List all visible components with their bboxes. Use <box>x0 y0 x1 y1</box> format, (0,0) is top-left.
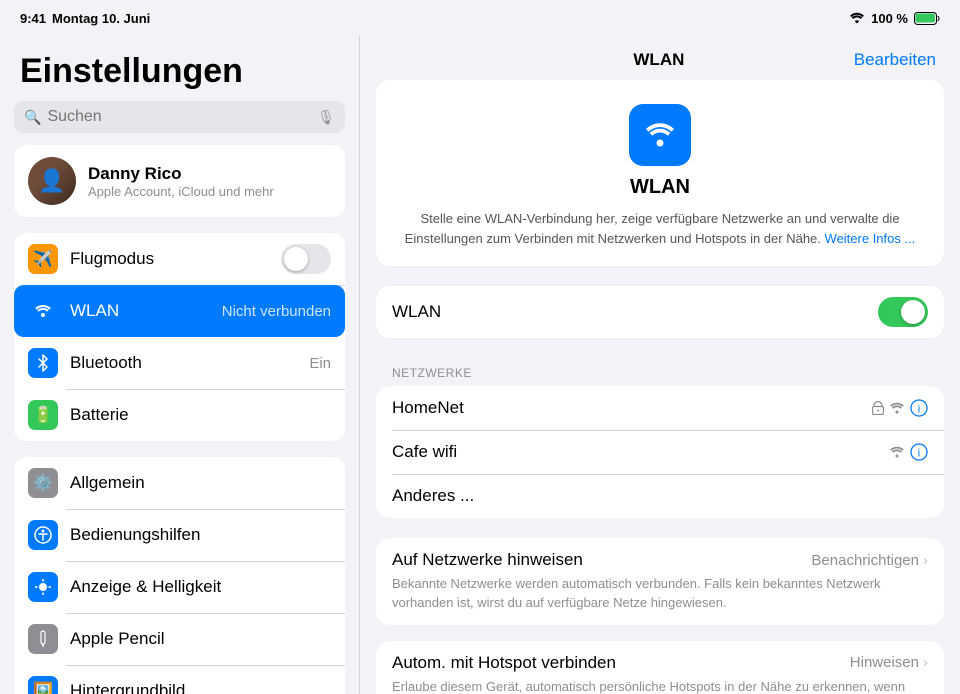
anzeige-icon <box>28 572 58 602</box>
mic-icon[interactable]: 🎙 <box>317 109 335 126</box>
notify-card: Auf Netzwerke hinweisen Benachrichtigen … <box>376 538 944 625</box>
wlan-hero-icon <box>629 104 691 166</box>
wifi-status-icon <box>849 12 865 24</box>
content-title: WLAN <box>464 50 854 70</box>
status-bar-left: 9:41 Montag 10. Juni <box>20 11 150 26</box>
sidebar: Einstellungen 🔍 🎙 👤 Danny Rico Apple Acc… <box>0 36 360 694</box>
notify-title: Auf Netzwerke hinweisen <box>392 550 583 570</box>
hotspot-desc: Erlaube diesem Gerät, automatisch persön… <box>392 678 928 694</box>
search-bar[interactable]: 🔍 🎙 <box>14 101 345 133</box>
hotspot-action[interactable]: Hinweisen › <box>850 654 928 671</box>
wlan-icon <box>28 296 58 326</box>
sidebar-item-wlan[interactable]: WLAN Nicht verbunden <box>14 285 345 337</box>
wlan-more-info-link[interactable]: Weitere Infos ... <box>825 231 916 246</box>
bedienungshilfen-label: Bedienungshilfen <box>70 525 331 545</box>
info-icon-cafewifi[interactable]: i <box>910 443 928 461</box>
lock-icon <box>872 401 884 415</box>
networks-section-label: NETZWERKE <box>376 358 944 386</box>
hintergrund-label: Hintergrundbild <box>70 681 331 694</box>
sidebar-title: Einstellungen <box>0 36 359 101</box>
hotspot-title: Autom. mit Hotspot verbinden <box>392 653 616 673</box>
sidebar-item-bedienungshilfen[interactable]: Bedienungshilfen <box>14 509 345 561</box>
sidebar-item-pencil[interactable]: Apple Pencil <box>14 613 345 665</box>
wlan-toggle-card: WLAN <box>376 286 944 338</box>
notify-header: Auf Netzwerke hinweisen Benachrichtigen … <box>392 550 928 570</box>
hotspot-header: Autom. mit Hotspot verbinden Hinweisen › <box>392 653 928 673</box>
hintergrund-icon: 🖼️ <box>28 676 58 694</box>
search-input[interactable] <box>47 108 311 126</box>
content-header: WLAN Bearbeiten <box>360 36 960 80</box>
network-name-anderes: Anderes ... <box>392 486 928 506</box>
sidebar-item-bluetooth[interactable]: Bluetooth Ein <box>14 337 345 389</box>
sidebar-item-flugmodus[interactable]: ✈️ Flugmodus <box>14 233 345 285</box>
network-name-homenet: HomeNet <box>392 398 872 418</box>
batterie-label: Batterie <box>70 405 331 425</box>
pencil-label: Apple Pencil <box>70 629 331 649</box>
status-date: Montag 10. Juni <box>52 11 150 26</box>
info-icon-homenet[interactable]: i <box>910 399 928 417</box>
profile-row[interactable]: 👤 Danny Rico Apple Account, iCloud und m… <box>14 145 345 217</box>
wlan-toggle-switch[interactable] <box>878 297 928 327</box>
avatar: 👤 <box>28 157 76 205</box>
sidebar-item-hintergrund[interactable]: 🖼️ Hintergrundbild <box>14 665 345 694</box>
status-bar: 9:41 Montag 10. Juni 100 % <box>0 0 960 36</box>
notify-action[interactable]: Benachrichtigen › <box>811 552 928 569</box>
hotspot-row: Autom. mit Hotspot verbinden Hinweisen ›… <box>376 641 944 694</box>
battery-text: 100 % <box>871 11 908 26</box>
wlan-hero-label: WLAN <box>630 176 690 199</box>
networks-card: HomeNet i <box>376 386 944 518</box>
network-row-homenet[interactable]: HomeNet i <box>376 386 944 430</box>
sidebar-item-allgemein[interactable]: ⚙️ Allgemein <box>14 457 345 509</box>
wlan-toggle-row[interactable]: WLAN <box>376 286 944 338</box>
battery-icon <box>914 12 940 25</box>
wlan-hero-card: WLAN Stelle eine WLAN-Verbindung her, ze… <box>376 80 944 266</box>
wlan-value: Nicht verbunden <box>222 303 331 320</box>
bluetooth-label: Bluetooth <box>70 353 297 373</box>
status-bar-right: 100 % <box>849 11 940 26</box>
edit-button[interactable]: Bearbeiten <box>854 50 936 70</box>
chevron-right-icon-2: › <box>923 654 928 671</box>
profile-subtitle: Apple Account, iCloud und mehr <box>88 184 274 199</box>
anzeige-label: Anzeige & Helligkeit <box>70 577 331 597</box>
settings-group-1: ✈️ Flugmodus WLAN Nicht verbunden <box>14 233 345 441</box>
batterie-icon: 🔋 <box>28 400 58 430</box>
content-panel: WLAN Bearbeiten WLAN Stelle eine WLAN-Ve… <box>360 36 960 694</box>
bluetooth-value: Ein <box>309 355 331 372</box>
sidebar-item-batterie[interactable]: 🔋 Batterie <box>14 389 345 441</box>
pencil-icon <box>28 624 58 654</box>
status-time: 9:41 <box>20 11 46 26</box>
flugmodus-label: Flugmodus <box>70 249 269 269</box>
network-row-cafewifi[interactable]: Cafe wifi i <box>376 430 944 474</box>
flugmodus-toggle[interactable] <box>281 244 331 274</box>
flugmodus-icon: ✈️ <box>28 244 58 274</box>
allgemein-label: Allgemein <box>70 473 331 493</box>
allgemein-icon: ⚙️ <box>28 468 58 498</box>
wifi-icon-cafewifi <box>889 446 905 458</box>
sidebar-item-anzeige[interactable]: Anzeige & Helligkeit <box>14 561 345 613</box>
network-icons-cafewifi: i <box>889 443 928 461</box>
settings-list: ✈️ Flugmodus WLAN Nicht verbunden <box>0 233 359 694</box>
network-row-anderes[interactable]: Anderes ... <box>376 474 944 518</box>
profile-name: Danny Rico <box>88 164 274 184</box>
settings-group-2: ⚙️ Allgemein Bedienungshilfen <box>14 457 345 694</box>
wlan-hero-description: Stelle eine WLAN-Verbindung her, zeige v… <box>396 209 924 248</box>
svg-text:i: i <box>918 404 920 416</box>
wifi-icon-homenet <box>889 402 905 414</box>
search-icon: 🔍 <box>24 109 41 126</box>
wlan-label: WLAN <box>70 301 210 321</box>
network-name-cafewifi: Cafe wifi <box>392 442 889 462</box>
svg-text:i: i <box>918 448 920 460</box>
bedienungshilfen-icon <box>28 520 58 550</box>
profile-info: Danny Rico Apple Account, iCloud und meh… <box>88 164 274 199</box>
chevron-right-icon: › <box>923 552 928 569</box>
network-icons-homenet: i <box>872 399 928 417</box>
hotspot-card: Autom. mit Hotspot verbinden Hinweisen ›… <box>376 641 944 694</box>
notify-row: Auf Netzwerke hinweisen Benachrichtigen … <box>376 538 944 625</box>
notify-desc: Bekannte Netzwerke werden automatisch ve… <box>392 575 928 613</box>
bluetooth-icon <box>28 348 58 378</box>
app-container: Einstellungen 🔍 🎙 👤 Danny Rico Apple Acc… <box>0 36 960 694</box>
wlan-toggle-label: WLAN <box>392 302 878 322</box>
